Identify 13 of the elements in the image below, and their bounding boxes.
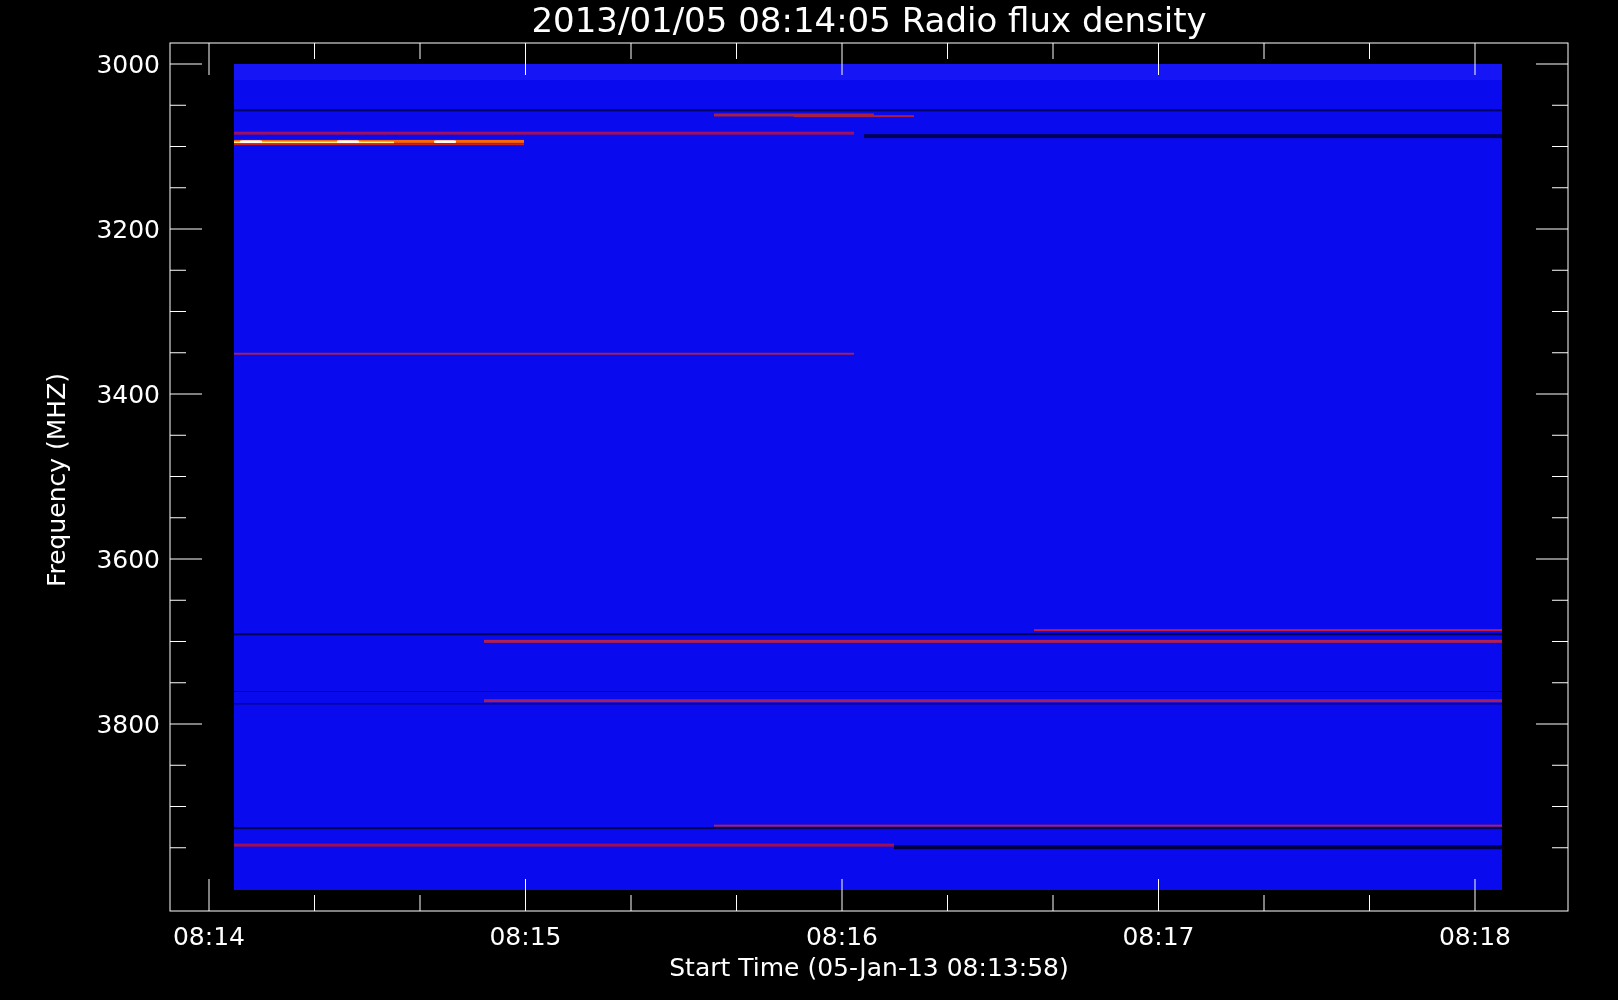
x-tick-label: 08:18 xyxy=(1439,922,1511,951)
x-tick-label: 08:15 xyxy=(489,922,562,951)
x-tick-label: 08:14 xyxy=(173,922,245,951)
x-tick-label: 08:17 xyxy=(1122,922,1195,951)
y-tick-label: 3800 xyxy=(96,710,160,739)
x-axis-label: Start Time (05-Jan-13 08:13:58) xyxy=(669,953,1069,982)
x-tick-label: 08:16 xyxy=(806,922,878,951)
y-axis-label: Frequency (MHZ) xyxy=(42,372,71,588)
y-tick-label: 3600 xyxy=(96,545,160,574)
chart-title: 2013/01/05 08:14:05 Radio flux density xyxy=(531,0,1207,40)
y-tick-label: 3400 xyxy=(96,380,160,409)
y-tick-label: 3200 xyxy=(96,215,160,244)
y-tick-label: 3000 xyxy=(96,50,160,79)
